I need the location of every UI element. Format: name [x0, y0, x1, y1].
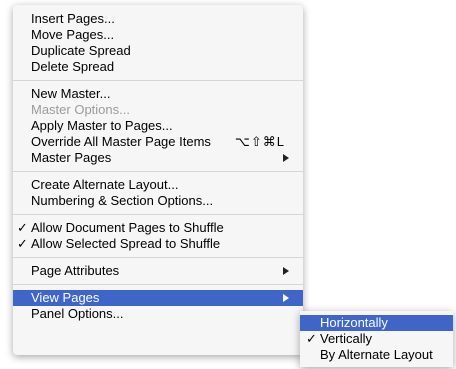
menu-item-panel-options[interactable]: Panel Options...: [13, 306, 303, 322]
submenu-item-horizontally[interactable]: Horizontally: [300, 315, 453, 331]
menu-item-master-options: Master Options...: [13, 102, 303, 118]
context-menu: Insert Pages... Move Pages... Duplicate …: [13, 5, 303, 355]
menu-item-label: Numbering & Section Options...: [31, 193, 214, 208]
menu-separator: [13, 214, 303, 215]
menu-item-allow-selected-spread-shuffle[interactable]: ✓ Allow Selected Spread to Shuffle: [13, 236, 303, 252]
menu-item-label: Panel Options...: [31, 306, 124, 321]
menu-item-insert-pages[interactable]: Insert Pages...: [13, 11, 303, 27]
menu-item-master-pages[interactable]: Master Pages: [13, 150, 303, 166]
menu-item-duplicate-spread[interactable]: Duplicate Spread: [13, 43, 303, 59]
menu-separator: [13, 257, 303, 258]
submenu-item-label: By Alternate Layout: [320, 347, 433, 362]
menu-item-label: New Master...: [31, 86, 111, 101]
menu-item-label: Move Pages...: [31, 27, 115, 42]
menu-item-label: Override All Master Page Items: [31, 134, 211, 149]
menu-item-allow-document-pages-shuffle[interactable]: ✓ Allow Document Pages to Shuffle: [13, 220, 303, 236]
checkmark-icon: ✓: [17, 236, 28, 251]
menu-item-override-all-master-items[interactable]: Override All Master Page Items ⌥⇧⌘L: [13, 134, 303, 150]
menu-separator: [13, 284, 303, 285]
menu-item-create-alternate-layout[interactable]: Create Alternate Layout...: [13, 177, 303, 193]
submenu-item-by-alternate-layout[interactable]: By Alternate Layout: [300, 347, 453, 363]
submenu-item-vertically[interactable]: ✓ Vertically: [300, 331, 453, 347]
checkmark-icon: ✓: [306, 331, 317, 346]
menu-item-label: Insert Pages...: [31, 11, 115, 26]
menu-item-label: Delete Spread: [31, 59, 115, 74]
menu-item-label: Apply Master to Pages...: [31, 118, 173, 133]
submenu-item-label: Vertically: [320, 331, 373, 346]
menu-item-label: Master Options...: [31, 102, 130, 117]
menu-item-new-master[interactable]: New Master...: [13, 86, 303, 102]
menu-separator: [13, 171, 303, 172]
menu-item-numbering-section-options[interactable]: Numbering & Section Options...: [13, 193, 303, 209]
view-pages-submenu: Horizontally ✓ Vertically By Alternate L…: [300, 311, 453, 367]
menu-item-label: Allow Selected Spread to Shuffle: [31, 236, 221, 251]
menu-item-move-pages[interactable]: Move Pages...: [13, 27, 303, 43]
menu-item-page-attributes[interactable]: Page Attributes: [13, 263, 303, 279]
menu-item-label: Create Alternate Layout...: [31, 177, 179, 192]
keyboard-shortcut: ⌥⇧⌘L: [234, 134, 285, 149]
menu-item-apply-master[interactable]: Apply Master to Pages...: [13, 118, 303, 134]
submenu-arrow-icon: [283, 154, 289, 162]
submenu-item-label: Horizontally: [320, 315, 388, 330]
menu-item-label: View Pages: [31, 290, 100, 305]
menu-item-view-pages[interactable]: View Pages: [13, 290, 303, 306]
menu-item-label: Master Pages: [31, 150, 112, 165]
menu-item-delete-spread[interactable]: Delete Spread: [13, 59, 303, 75]
checkmark-icon: ✓: [17, 220, 28, 235]
submenu-arrow-icon: [283, 294, 289, 302]
submenu-arrow-icon: [283, 267, 289, 275]
menu-item-label: Allow Document Pages to Shuffle: [31, 220, 224, 235]
menu-separator: [13, 80, 303, 81]
menu-item-label: Page Attributes: [31, 263, 120, 278]
menu-item-label: Duplicate Spread: [31, 43, 131, 58]
